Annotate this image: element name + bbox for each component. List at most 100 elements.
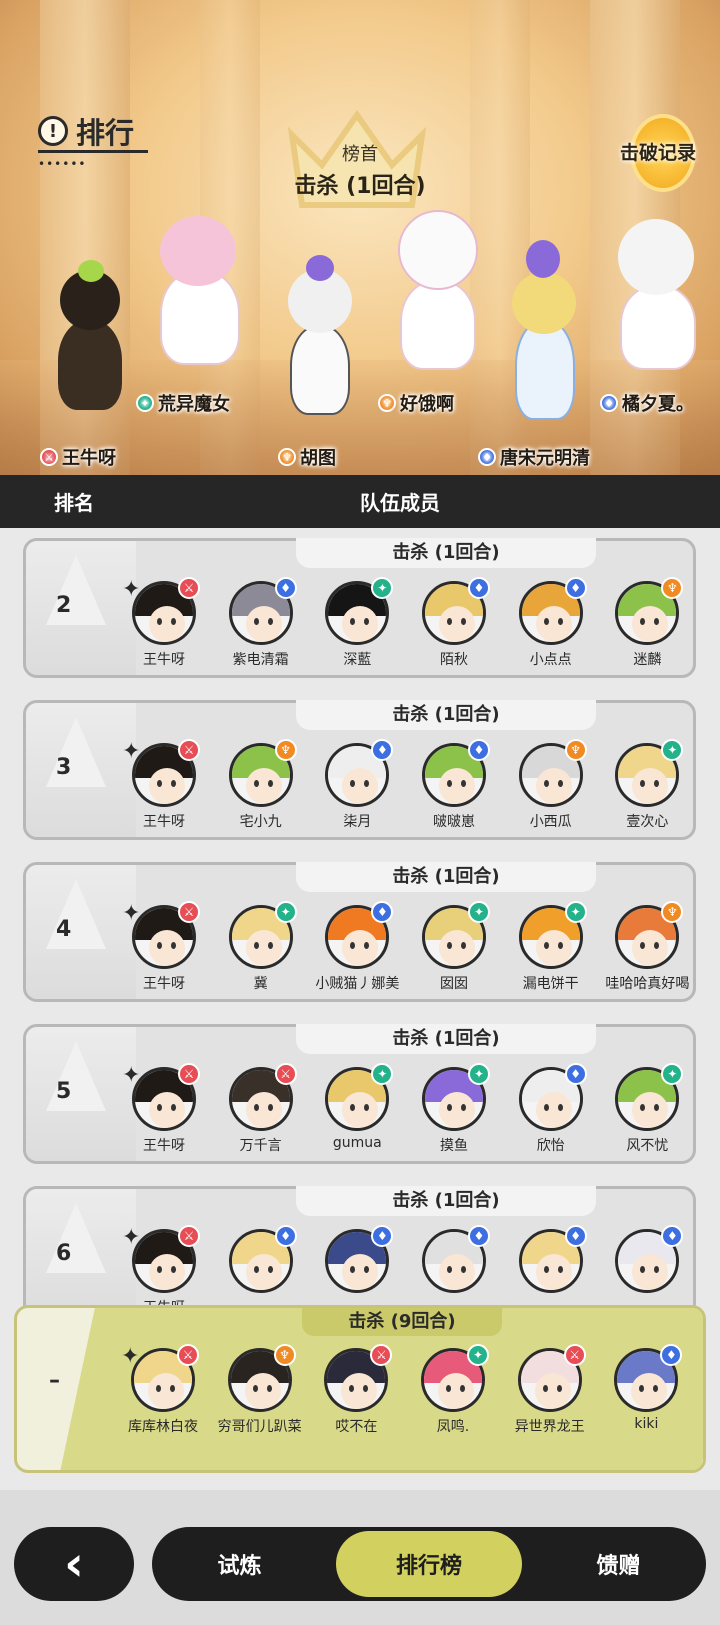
hero-figure (490, 240, 600, 430)
rank-column-header: 排名 (54, 491, 94, 515)
element-icon: ✦ (467, 1344, 490, 1366)
hero-figure (380, 200, 490, 380)
team-member[interactable]: ⚔ ✦ 库库林白夜 (113, 1344, 210, 1444)
ranking-row[interactable]: 击杀 (1回合) 4 ⚔ ✦ 王牛呀 ✦ 冀 ♦ 小贼猫丿娜美 ✦ 囡囡 ✦ 漏电饼干 ♆ 哇哈哈真好喝 (23, 862, 696, 1002)
element-icon: ⚔ (178, 901, 200, 923)
team-member[interactable]: ⚔ ✦ 王牛呀 (114, 739, 211, 839)
tab-trial[interactable]: 试炼 (152, 1527, 327, 1601)
team-member[interactable]: ♦ 陌秋 (404, 577, 501, 677)
ranking-list[interactable]: 击杀 (1回合) 2 ⚔ ✦ 王牛呀 ♦ 紫电清霜 ✦ 深藍 ♦ 陌秋 ♦ 小点点 ♆ 迷麟 击杀 (1回合)… (0, 528, 720, 1323)
hero-figure (600, 205, 710, 380)
ranking-row[interactable]: 击杀 (1回合) 3 ⚔ ✦ 王牛呀 ♆ 宅小九 ♦ 柒月 ♦ 啵啵崽 ♆ 小西瓜 ✦ 壹次心 (23, 700, 696, 840)
ranking-row[interactable]: 击杀 (1回合)6⚔✦王牛呀♦♦♦♦♦ (23, 1186, 696, 1323)
alert-icon[interactable]: ! (38, 116, 68, 146)
member-name: 柒月 (343, 814, 372, 830)
leader-star-icon: ✦ (122, 1225, 141, 1250)
row-result: 击杀 (1回合) (296, 1186, 596, 1216)
member-name: 穷哥们儿趴菜 (217, 1419, 302, 1435)
element-icon: ♦ (468, 739, 491, 761)
element-icon: ⚔ (177, 1344, 199, 1366)
team-member[interactable]: ♦ 啵啵崽 (404, 739, 501, 839)
leader-star-icon: ✦ (122, 901, 141, 926)
team-member[interactable]: ✦ 深藍 (307, 577, 404, 677)
member-name: 漏电饼干 (522, 976, 579, 992)
tab-gift[interactable]: 馈赠 (531, 1527, 706, 1601)
my-team-card[interactable]: 击杀 (9回合) – ⚔ ✦ 库库林白夜 ♆ 穷哥们儿趴菜 ⚔ 哎不在 ✦ 凤鸣. ⚔ 异世界龙王 ♦… (14, 1305, 706, 1473)
member-name: 迷麟 (633, 652, 662, 668)
member-name: 哎不在 (335, 1419, 378, 1435)
hero-figure (40, 260, 140, 430)
team-member[interactable]: ⚔ ✦ 王牛呀 (114, 1063, 211, 1163)
team-member[interactable]: ♆ 迷麟 (597, 577, 694, 677)
member-name: 异世界龙王 (514, 1419, 585, 1435)
team-member[interactable]: ⚔ 万千言 (211, 1063, 308, 1163)
element-icon: ✦ (564, 901, 587, 923)
team-member[interactable]: ✦ 囡囡 (404, 901, 501, 1001)
team-member[interactable]: ⚔ 异世界龙王 (500, 1344, 597, 1444)
team-member[interactable]: ⚔ 哎不在 (306, 1344, 403, 1444)
element-icon: ♦ (661, 1225, 684, 1247)
element-icon: ✦ (661, 1063, 684, 1085)
ranking-row[interactable]: 击杀 (1回合) 5 ⚔ ✦ 王牛呀 ⚔ 万千言 ✦ gumua ✦ 摸鱼 ♦ 欣怡 ✦ 风不忧 (23, 1024, 696, 1164)
team-member[interactable]: ♦ 小点点 (501, 577, 598, 677)
member-name: 哇哈哈真好喝 (605, 976, 690, 992)
team-member[interactable]: ♦ 柒月 (307, 739, 404, 839)
element-icon: ✦ (468, 901, 491, 923)
my-team-members: ⚔ ✦ 库库林白夜 ♆ 穷哥们儿趴菜 ⚔ 哎不在 ✦ 凤鸣. ⚔ 异世界龙王 ♦ kiki (113, 1344, 693, 1444)
member-name: 欣怡 (536, 1138, 565, 1154)
element-icon: ⚔ (178, 739, 200, 761)
tab-leaderboard[interactable]: 排行榜 (336, 1531, 522, 1597)
team-member[interactable]: ⚔ ✦ 王牛呀 (114, 901, 211, 1001)
hero-figure (270, 255, 370, 425)
member-name: 风不忧 (626, 1138, 669, 1154)
ranking-row[interactable]: 击杀 (1回合) 2 ⚔ ✦ 王牛呀 ♦ 紫电清霜 ✦ 深藍 ♦ 陌秋 ♦ 小点点 ♆ 迷麟 (23, 538, 696, 678)
element-icon: ♆ (661, 577, 684, 599)
element-icon: ♆ (273, 1344, 296, 1366)
member-name: 王牛呀 (143, 814, 185, 830)
row-members: ⚔ ✦ 王牛呀 ♆ 宅小九 ♦ 柒月 ♦ 啵啵崽 ♆ 小西瓜 ✦ 壹次心 (114, 739, 694, 839)
row-members: ⚔ ✦ 王牛呀 ♦ 紫电清霜 ✦ 深藍 ♦ 陌秋 ♦ 小点点 ♆ 迷麟 (114, 577, 694, 677)
hero-name-2: ✦ 荒异魔女 (136, 390, 230, 416)
member-name: 深藍 (343, 652, 372, 668)
team-member[interactable]: ✦ 壹次心 (597, 739, 694, 839)
hero-name-4: ♆ 好饿啊 (378, 390, 454, 416)
team-member[interactable]: ♦ kiki (596, 1344, 693, 1444)
member-name: kiki (634, 1416, 659, 1432)
team-member[interactable]: ✦ 漏电饼干 (501, 901, 598, 1001)
team-member[interactable]: ♦ 小贼猫丿娜美 (307, 901, 404, 1001)
element-icon: ♆ (564, 739, 587, 761)
element-icon: ♦ (564, 1225, 587, 1247)
member-name: 紫电清霜 (232, 652, 289, 668)
title-underline (38, 150, 148, 153)
member-name: gumua (332, 1135, 382, 1151)
member-name: 王牛呀 (143, 1138, 185, 1154)
bottom-nav: 试炼 排行榜 馈赠 (152, 1527, 706, 1601)
team-member[interactable]: ⚔ ✦ 王牛呀 (114, 577, 211, 677)
team-member[interactable]: ♆ 宅小九 (211, 739, 308, 839)
team-member[interactable]: ♦ 紫电清霜 (211, 577, 308, 677)
member-name: 凤鸣. (436, 1419, 470, 1435)
team-member[interactable]: ♆ 哇哈哈真好喝 (597, 901, 694, 1001)
kill-record-button[interactable]: 击破记录 (614, 118, 702, 188)
hero-name-5: ♦ 唐宋元明清 (478, 444, 590, 470)
back-button[interactable]: ‹ (14, 1527, 134, 1601)
leaderboard-banner: ! 排行 •••••• 榜首 击杀 (1回合) 击破记录 ⚔ 王牛呀 ✦ 荒异魔… (0, 0, 720, 475)
team-member[interactable]: ✦ gumua (307, 1063, 404, 1163)
leader-star-icon: ✦ (121, 1344, 140, 1369)
element-icon: ♦ (564, 1063, 587, 1085)
team-member[interactable]: ✦ 风不忧 (597, 1063, 694, 1163)
team-member[interactable]: ♆ 小西瓜 (501, 739, 598, 839)
team-member[interactable]: ✦ 摸鱼 (404, 1063, 501, 1163)
hero-name-3: ♆ 胡图 (278, 444, 336, 470)
team-member[interactable]: ✦ 凤鸣. (403, 1344, 500, 1444)
element-icon: ♦ (564, 577, 587, 599)
team-member[interactable]: ♆ 穷哥们儿趴菜 (210, 1344, 307, 1444)
member-name: 小西瓜 (529, 814, 572, 830)
tree-decoration (46, 555, 106, 625)
team-member[interactable]: ♦ 欣怡 (501, 1063, 598, 1163)
element-icon: ⚔ (563, 1344, 586, 1366)
top-rank-result: 击杀 (1回合) (294, 174, 426, 199)
element-icon: ♦ (274, 577, 297, 599)
element-icon: ⚔ (178, 1225, 200, 1247)
team-member[interactable]: ✦ 冀 (211, 901, 308, 1001)
